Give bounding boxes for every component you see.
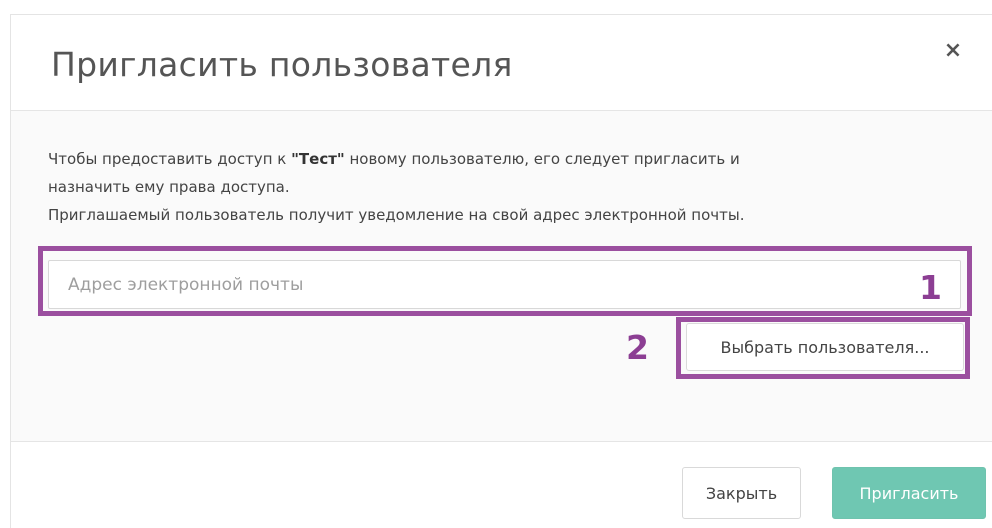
annotation-marker-1: 1 (919, 268, 942, 307)
email-input[interactable] (48, 260, 961, 309)
close-button[interactable]: Закрыть (682, 467, 801, 519)
description-line-2: назначить ему права доступа. (48, 178, 290, 196)
description-line-3: Приглашаемый пользователь получит уведом… (48, 206, 745, 224)
project-name: "Тест" (291, 150, 345, 168)
invite-description: Чтобы предоставить доступ к "Тест" новом… (48, 145, 948, 229)
select-user-button[interactable]: Выбрать пользователя... (686, 323, 964, 371)
description-text-before: Чтобы предоставить доступ к (48, 150, 292, 168)
modal-title: Пригласить пользователя (51, 45, 513, 84)
annotation-marker-2: 2 (626, 328, 649, 367)
description-text-after: новому пользователю, его следует приглас… (344, 150, 740, 168)
modal-header: Пригласить пользователя × (11, 15, 992, 111)
modal-body: Чтобы предоставить доступ к "Тест" новом… (11, 111, 992, 441)
close-icon[interactable]: × (941, 39, 965, 63)
invite-user-modal: Пригласить пользователя × Чтобы предоста… (10, 14, 992, 528)
description-line-1: Чтобы предоставить доступ к "Тест" новом… (48, 145, 948, 173)
invite-button[interactable]: Пригласить (832, 467, 986, 519)
modal-footer: Закрыть Пригласить (11, 441, 992, 528)
page: Пригласить пользователя × Чтобы предоста… (0, 0, 992, 528)
